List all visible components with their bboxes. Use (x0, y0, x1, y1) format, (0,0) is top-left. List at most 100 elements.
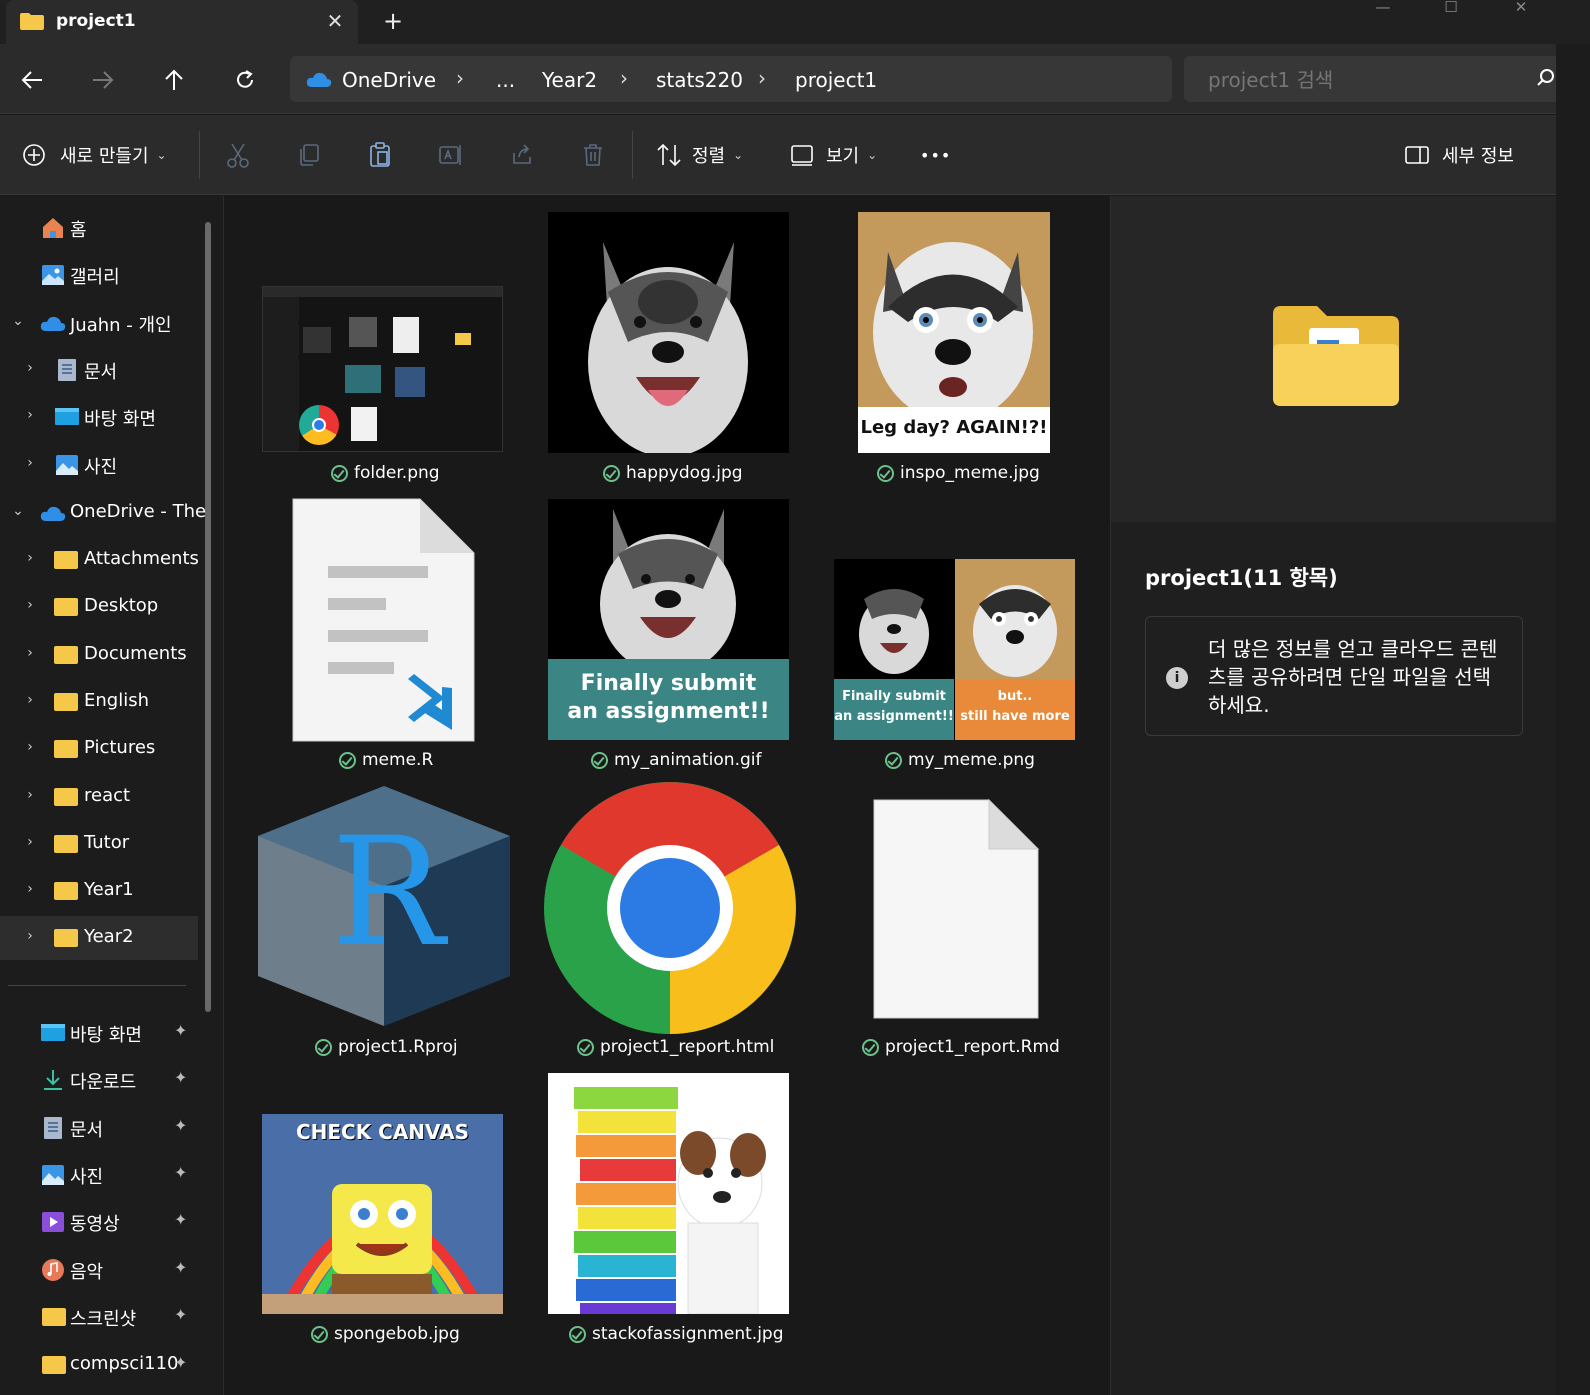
quick-item-videos[interactable]: 동영상 ✦ (0, 1200, 198, 1244)
pin-icon[interactable]: ✦ (174, 1305, 187, 1324)
address-bar[interactable]: OneDrive › ... Year2 › stats220 › projec… (290, 56, 1172, 102)
back-button[interactable] (12, 60, 52, 100)
sidebar-item-react[interactable]: › react (0, 775, 198, 819)
chevron-down-icon[interactable]: ⌄ (10, 503, 26, 519)
chevron-right-icon[interactable]: › (22, 550, 38, 566)
rename-button[interactable] (435, 139, 467, 171)
pin-icon[interactable]: ✦ (174, 1021, 187, 1040)
onedrive-icon (40, 506, 66, 521)
window-scrollbar[interactable] (1556, 44, 1590, 1395)
crumb-project1[interactable]: project1 (795, 68, 877, 92)
pin-icon[interactable]: ✦ (174, 1068, 187, 1087)
sidebar-item-documents[interactable]: › Documents (0, 633, 198, 677)
sidebar-item-onedrive-org[interactable]: ⌄ OneDrive - The (0, 491, 206, 535)
up-button[interactable] (154, 60, 194, 100)
new-tab-button[interactable]: + (376, 6, 410, 38)
details-pane-icon (1405, 146, 1429, 164)
forward-button[interactable] (83, 60, 123, 100)
crumb-onedrive[interactable]: OneDrive (342, 68, 436, 92)
sidebar-item-desktop-kr[interactable]: › 바탕 화면 (0, 395, 198, 439)
crumb-stats220[interactable]: stats220 (656, 68, 743, 92)
sidebar-item-pictures[interactable]: › Pictures (0, 727, 198, 771)
sync-status-icon (885, 751, 902, 769)
pin-icon[interactable]: ✦ (174, 1258, 187, 1277)
maximize-button[interactable]: ☐ (1428, 0, 1474, 20)
more-button[interactable]: ••• (920, 139, 951, 171)
details-button[interactable]: 세부 정보 (1404, 139, 1514, 171)
chevron-right-icon[interactable]: › (22, 407, 38, 423)
file-name-text: project1_report.Rmd (885, 1037, 1060, 1057)
file-thumbnail: Leg day? AGAIN!?! (858, 212, 1050, 453)
file-name-text: happydog.jpg (626, 463, 743, 483)
info-text: 더 많은 정보를 얻고 클라우드 콘텐츠를 공유하려면 단일 파일을 선택하세요… (1208, 637, 1498, 717)
desktop-icon (41, 1024, 65, 1041)
folder-icon (54, 693, 78, 711)
sidebar-scrollbar[interactable] (205, 222, 211, 1012)
sidebar-item-english[interactable]: › English (0, 680, 198, 724)
sidebar-label: 홈 (70, 220, 87, 241)
sidebar-item-home[interactable]: 홈 (0, 206, 198, 250)
close-window-button[interactable]: ✕ (1498, 0, 1544, 20)
quick-item-pictures[interactable]: 사진 ✦ (0, 1153, 198, 1197)
pin-icon[interactable]: ✦ (174, 1163, 187, 1182)
crumb-year2[interactable]: Year2 (542, 68, 597, 92)
chevron-right-icon[interactable]: › (22, 787, 38, 803)
chevron-right-icon[interactable]: › (22, 645, 38, 661)
pin-icon[interactable]: ✦ (174, 1210, 187, 1229)
search-input[interactable] (1208, 68, 1528, 92)
sidebar-item-attachments[interactable]: › Attachments (0, 538, 199, 582)
sidebar-item-year2[interactable]: › Year2 (0, 916, 198, 960)
sidebar-item-pictures-kr[interactable]: › 사진 (0, 443, 198, 487)
quick-item-documents[interactable]: 문서 ✦ (0, 1106, 198, 1150)
quick-item-desktop[interactable]: 바탕 화면 ✦ (0, 1011, 198, 1055)
info-icon: i (1166, 667, 1188, 689)
document-icon (58, 359, 76, 381)
refresh-icon (237, 70, 253, 88)
chevron-right-icon[interactable]: › (22, 455, 38, 471)
chevron-right-icon[interactable]: › (758, 66, 766, 90)
view-button[interactable]: 보기 ⌄ (790, 139, 877, 171)
chevron-right-icon[interactable]: › (456, 66, 464, 90)
sidebar-item-tutor[interactable]: › Tutor (0, 822, 198, 866)
chevron-right-icon[interactable]: › (22, 597, 38, 613)
sidebar-item-desktop[interactable]: › Desktop (0, 585, 198, 629)
copy-button[interactable] (293, 139, 325, 171)
search-box[interactable] (1184, 56, 1564, 102)
minimize-button[interactable]: — (1360, 0, 1406, 20)
refresh-button[interactable] (225, 60, 265, 100)
chevron-right-icon[interactable]: › (22, 360, 38, 376)
chevron-down-icon: ⌄ (733, 148, 744, 162)
quick-item-compsci110[interactable]: compsci110 ✦ (0, 1343, 198, 1387)
sync-status-icon (603, 464, 620, 482)
delete-button[interactable] (577, 139, 609, 171)
sidebar-item-documents-kr[interactable]: › 문서 (0, 348, 198, 392)
sidebar-item-onedrive-personal[interactable]: ⌄ Juahn - 개인 (0, 301, 198, 345)
chevron-right-icon[interactable]: › (22, 881, 38, 897)
sort-button[interactable]: 정렬 ⌄ (656, 139, 743, 171)
tab-project1[interactable]: project1 ✕ (6, 0, 358, 44)
chevron-right-icon[interactable]: › (22, 739, 38, 755)
pin-icon[interactable]: ✦ (174, 1353, 187, 1372)
sync-status-icon (311, 1325, 328, 1343)
cut-button[interactable] (222, 139, 254, 171)
sidebar-label: 바탕 화면 (84, 409, 156, 430)
chevron-down-icon[interactable]: ⌄ (10, 313, 26, 329)
file-thumbnail: R (258, 786, 510, 1026)
share-button[interactable] (506, 139, 538, 171)
close-tab-button[interactable]: ✕ (320, 6, 350, 36)
new-button[interactable]: 새로 만들기 ⌄ (22, 139, 167, 171)
file-thumbnail: CHECK CANVAS (262, 1114, 503, 1314)
paste-button[interactable] (364, 139, 396, 171)
quick-item-music[interactable]: 음악 ✦ (0, 1248, 198, 1292)
chevron-right-icon[interactable]: › (22, 834, 38, 850)
quick-item-screenshots[interactable]: 스크린샷 ✦ (0, 1295, 198, 1339)
sidebar-item-year1[interactable]: › Year1 (0, 869, 198, 913)
chevron-right-icon[interactable]: › (620, 66, 628, 90)
folder-icon (20, 13, 44, 30)
chevron-right-icon[interactable]: › (22, 692, 38, 708)
quick-item-downloads[interactable]: 다운로드 ✦ (0, 1058, 198, 1102)
crumb-more[interactable]: ... (496, 68, 515, 92)
chevron-right-icon[interactable]: › (22, 928, 38, 944)
sidebar-item-gallery[interactable]: 갤러리 (0, 253, 198, 297)
pin-icon[interactable]: ✦ (174, 1116, 187, 1135)
